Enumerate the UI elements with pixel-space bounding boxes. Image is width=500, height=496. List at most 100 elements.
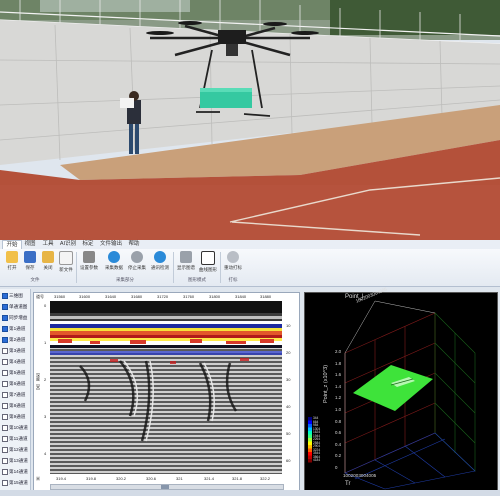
stop-acquisition-button[interactable]: 停止采集: [126, 251, 148, 275]
show-map-button[interactable]: 显示图谱: [175, 251, 197, 275]
channel-checkbox[interactable]: [2, 424, 8, 431]
close-folder-icon: [42, 251, 54, 263]
z-tick: 1.2: [335, 395, 342, 401]
group-label-graph-mode: 图形模式: [188, 277, 206, 282]
group-separator: [76, 252, 77, 283]
right-tick: 60: [286, 458, 291, 463]
channel-checkbox[interactable]: [2, 446, 8, 453]
3d-plot-canvas: [308, 300, 476, 490]
depth-tick: 3: [44, 414, 47, 419]
depth-tick: 2: [44, 377, 47, 382]
point-cloud-3d-view: Point_l 1002003004005 Point_z (x10^3) 2.…: [304, 287, 498, 492]
channel-item[interactable]: 第13通道: [2, 457, 30, 465]
bottom-tick: 321: [176, 476, 183, 481]
channel-item[interactable]: 同步增益: [2, 314, 30, 322]
channel-item[interactable]: 第11通道: [2, 435, 30, 443]
channel-item[interactable]: 单通道图: [2, 303, 30, 311]
channel-checkbox[interactable]: [2, 435, 8, 442]
group-separator: [173, 252, 174, 283]
z-tick: 2.0: [335, 349, 342, 354]
channel-label: 第10通道: [9, 425, 28, 430]
z-tick: 1.6: [335, 372, 342, 378]
status-bar: [0, 490, 500, 496]
tab-calibration[interactable]: 标定: [80, 240, 96, 249]
channel-checkbox[interactable]: [2, 380, 8, 387]
z-tick: 0.6: [335, 430, 342, 436]
tab-ai-recognition[interactable]: AI识别: [58, 240, 78, 249]
channel-item[interactable]: 第15通道: [2, 479, 30, 487]
channel-item[interactable]: 第12通道: [2, 446, 30, 454]
right-tick: 10: [286, 323, 291, 328]
channel-item[interactable]: 三维图: [2, 292, 30, 300]
folder-open-icon: [6, 251, 18, 263]
channel-item[interactable]: 第5通道: [2, 369, 30, 377]
channel-label: 第2通道: [9, 337, 26, 342]
channel-item[interactable]: 第6通道: [2, 380, 30, 388]
tab-tools[interactable]: 工具: [40, 240, 56, 249]
redo-mark-button[interactable]: 重动打标: [222, 251, 244, 275]
channel-checkbox[interactable]: [2, 479, 8, 486]
set-parameters-button[interactable]: 设置参数: [78, 251, 100, 275]
radar-bscan-panel: 道号 31560 31600 31640 31680 31720 31760 3…: [33, 292, 300, 492]
channel-item[interactable]: 第1通道: [2, 325, 30, 333]
bottom-tick: 322.2: [260, 476, 271, 481]
channel-checkbox[interactable]: [2, 314, 8, 321]
tab-help[interactable]: 帮助: [126, 240, 142, 249]
channel-sidebar: 三维图单通道图同步增益第1通道第2通道第3通道第4通道第5通道第6通道第7通道第…: [0, 289, 31, 492]
bottom-tick: 319.8: [86, 476, 97, 481]
bottom-tick: 320.6: [146, 476, 157, 481]
z-axis-ticks: 2.0 1.8 1.6 1.4 1.2 1.0 0.8 0.6 0.4 0.2 0: [335, 349, 345, 473]
channel-item[interactable]: 第2通道: [2, 336, 30, 344]
z-tick: 1.8: [335, 360, 342, 366]
channel-checkbox[interactable]: [2, 303, 8, 310]
channel-label: 第12通道: [9, 447, 28, 452]
top-tick: 31880: [260, 294, 272, 299]
channel-checkbox[interactable]: [2, 358, 8, 365]
right-tick: 50: [286, 431, 291, 436]
z-tick: 0: [335, 465, 338, 470]
top-tick: 31720: [157, 294, 169, 299]
right-tick: 40: [286, 404, 291, 409]
communication-check-button[interactable]: 通讯检测: [149, 251, 171, 275]
legend-entry: 4184: [313, 458, 321, 462]
new-file-button[interactable]: 新文件: [55, 251, 77, 275]
channel-item[interactable]: 第3通道: [2, 347, 30, 355]
depth-axis-label: 深度（米）: [36, 373, 41, 393]
radar-image: [50, 301, 282, 474]
channel-label: 第5通道: [9, 370, 26, 375]
channel-item[interactable]: 第9通道: [2, 413, 30, 421]
z-tick: 0.4: [335, 441, 342, 447]
channel-item[interactable]: 第14通道: [2, 468, 30, 476]
channel-checkbox[interactable]: [2, 391, 8, 398]
channel-label: 第7通道: [9, 392, 26, 397]
acquire-data-button[interactable]: 采集数据: [103, 251, 125, 275]
bottom-axis-ticks: 1002003004005: [343, 473, 377, 478]
z-axis-label: Point_z (x10^3): [323, 364, 329, 403]
top-tick: 31640: [105, 294, 117, 299]
channel-label: 第13通道: [9, 458, 28, 463]
z-tick: 0.2: [335, 453, 342, 459]
tab-file-output[interactable]: 文件输出: [98, 240, 124, 249]
depth-tick: 4: [44, 451, 47, 456]
channel-checkbox[interactable]: [2, 457, 8, 464]
channel-checkbox[interactable]: [2, 468, 8, 475]
tab-view[interactable]: 视图: [22, 240, 38, 249]
channel-checkbox[interactable]: [2, 413, 8, 420]
scrollbar-thumb[interactable]: [161, 485, 169, 489]
save-icon: [24, 251, 36, 263]
channel-item[interactable]: 第7通道: [2, 391, 30, 399]
top-tick: 31560: [54, 294, 66, 299]
channel-checkbox[interactable]: [2, 347, 8, 354]
right-tick: 30: [286, 377, 291, 382]
channel-item[interactable]: 第10通道: [2, 424, 30, 432]
channel-label: 第9通道: [9, 414, 26, 419]
channel-checkbox[interactable]: [2, 369, 8, 376]
channel-checkbox[interactable]: [2, 325, 8, 332]
channel-checkbox[interactable]: [2, 336, 8, 343]
channel-checkbox[interactable]: [2, 292, 8, 299]
channel-item[interactable]: 第8通道: [2, 402, 30, 410]
curve-graph-button[interactable]: 曲线图形: [197, 251, 219, 275]
channel-checkbox[interactable]: [2, 402, 8, 409]
channel-item[interactable]: 第4通道: [2, 358, 30, 366]
ribbon-toolbar: 打开 保存 关闭 新文件 文件 设置参数 采集数据 停止采集 通讯检测 采集部分…: [0, 249, 500, 287]
